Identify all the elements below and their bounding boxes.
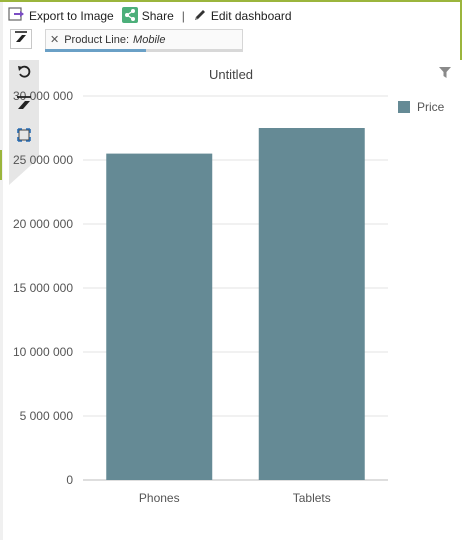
chart-title: Untitled	[208, 67, 254, 82]
y-tick-label: 15 000 000	[13, 281, 73, 295]
funnel-icon	[438, 66, 452, 83]
bar-tablets[interactable]	[258, 128, 365, 480]
legend-label-price: Price	[417, 100, 445, 114]
clear-filter-icon	[16, 95, 32, 115]
fit-icon	[17, 127, 31, 147]
x-tick-label: Tablets	[293, 491, 331, 505]
y-tick-label: 5 000 000	[20, 409, 74, 423]
chart-legend: Price	[398, 100, 444, 114]
bar-phones[interactable]	[106, 153, 213, 480]
fit-to-screen-button[interactable]	[9, 125, 39, 149]
y-tick-label: 0	[66, 473, 73, 487]
legend-swatch-price	[398, 101, 410, 113]
x-tick-label: Phones	[139, 491, 180, 505]
y-tick-label: 20 000 000	[13, 217, 73, 231]
left-accent-bar	[0, 150, 2, 180]
clear-filter-button[interactable]	[9, 93, 39, 117]
chart-filter-button[interactable]	[438, 66, 452, 84]
y-tick-label: 10 000 000	[13, 345, 73, 359]
